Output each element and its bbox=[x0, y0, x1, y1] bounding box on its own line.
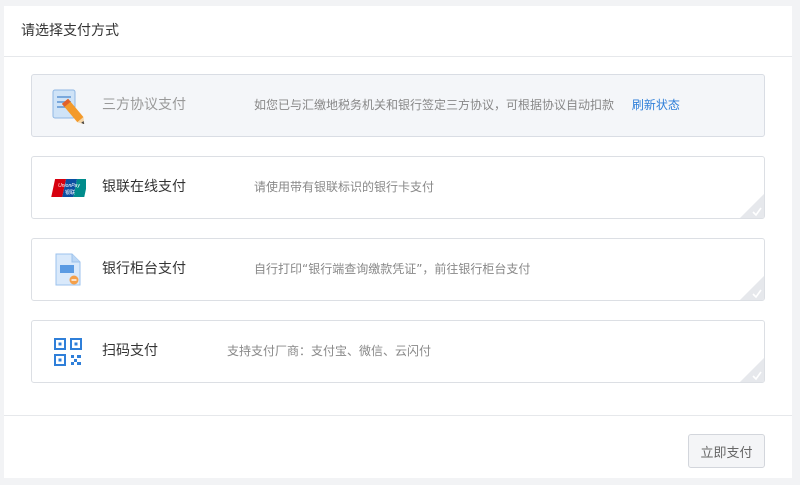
unionpay-brand-text: UnionPay bbox=[58, 183, 80, 189]
option-three-party-agreement[interactable]: 三方协议支付 如您已与汇缴地税务机关和银行签定三方协议，可根据协议自动扣款 刷新… bbox=[31, 74, 765, 137]
selection-corner-check-icon bbox=[740, 276, 764, 300]
selection-corner-check-icon bbox=[740, 194, 764, 218]
option-title: 银联在线支付 bbox=[102, 179, 186, 195]
option-description-text: 如您已与汇缴地税务机关和银行签定三方协议，可根据协议自动扣款 bbox=[254, 98, 615, 112]
option-description: 自行打印“银行端查询缴款凭证”，前往银行柜台支付 bbox=[254, 262, 531, 276]
option-description: 如您已与汇缴地税务机关和银行签定三方协议，可根据协议自动扣款 刷新状态 bbox=[254, 75, 680, 136]
pay-now-button[interactable]: 立即支付 bbox=[688, 434, 765, 468]
qr-code-icon bbox=[50, 334, 86, 370]
option-description: 支持支付厂商：支付宝、微信、云闪付 bbox=[227, 344, 432, 358]
bank-voucher-icon bbox=[50, 252, 86, 288]
option-title: 扫码支付 bbox=[102, 343, 158, 359]
document-edit-icon bbox=[50, 88, 86, 124]
option-bank-counter[interactable]: 银行柜台支付 自行打印“银行端查询缴款凭证”，前往银行柜台支付 bbox=[31, 238, 765, 301]
selection-corner-check-icon bbox=[740, 358, 764, 382]
panel-title: 请选择支付方式 bbox=[4, 6, 792, 57]
option-title: 三方协议支付 bbox=[102, 97, 186, 113]
option-unionpay-online[interactable]: UnionPay 银联 银联在线支付 请使用带有银联标识的银行卡支付 bbox=[31, 156, 765, 219]
option-title: 银行柜台支付 bbox=[102, 261, 186, 277]
unionpay-card-icon: UnionPay 银联 bbox=[50, 170, 89, 206]
panel-footer: 立即支付 bbox=[4, 415, 792, 478]
unionpay-sub-text: 银联 bbox=[65, 189, 75, 196]
option-qr-code[interactable]: 扫码支付 支持支付厂商：支付宝、微信、云闪付 bbox=[31, 320, 765, 383]
option-description: 请使用带有银联标识的银行卡支付 bbox=[254, 180, 435, 194]
payment-method-panel: 请选择支付方式 三方协议支付 如您已与汇缴地税务机关和银行签定三方协议，可根据协… bbox=[4, 6, 792, 478]
refresh-status-link[interactable]: 刷新状态 bbox=[632, 98, 680, 112]
